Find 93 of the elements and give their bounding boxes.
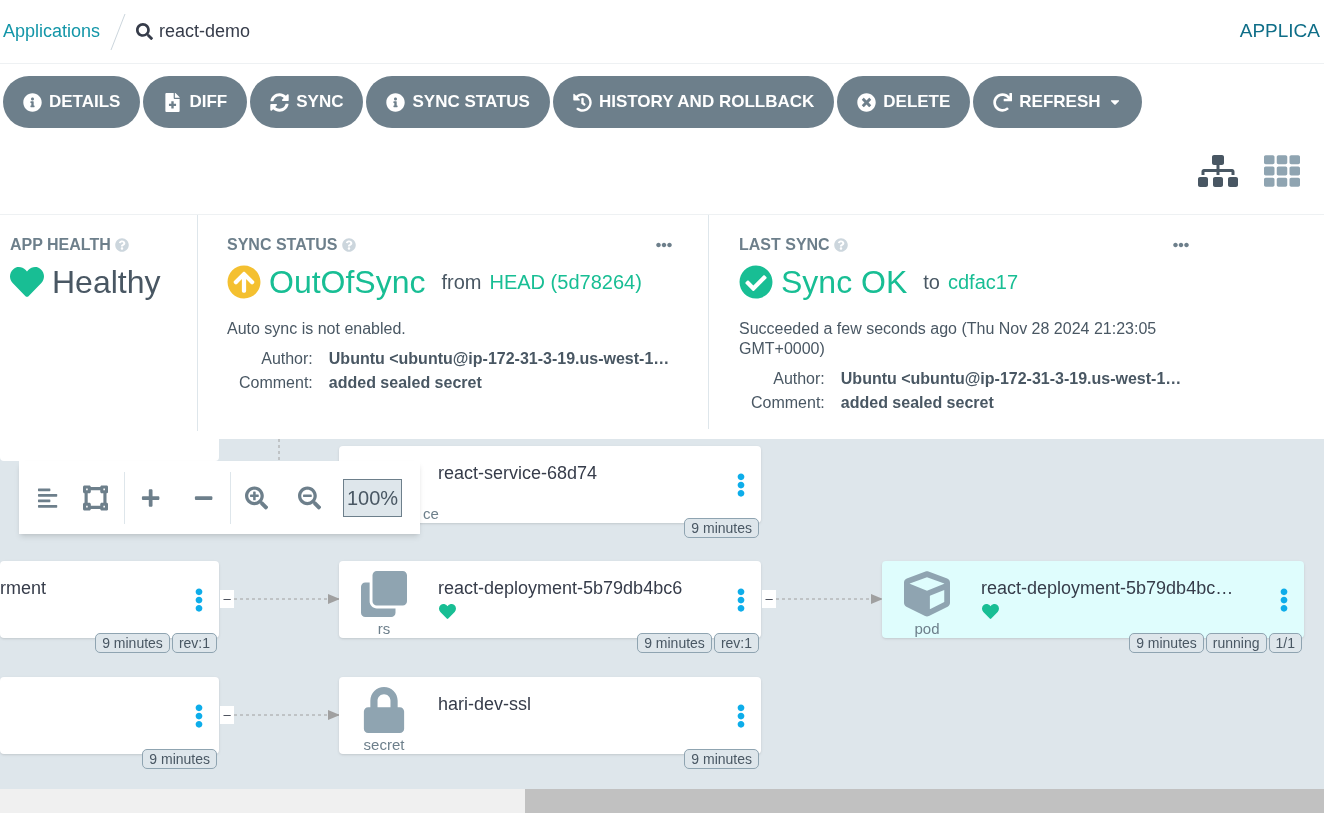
kind-label: secret	[362, 734, 406, 755]
action-button[interactable]: DELETE	[837, 76, 971, 128]
node-name: rment	[0, 577, 46, 600]
heart-icon	[438, 603, 457, 620]
scrollbar-thumb[interactable]	[525, 789, 1324, 813]
help-icon[interactable]	[833, 238, 848, 252]
node-badge: rev:1	[171, 633, 217, 653]
action-button[interactable]: SYNC STATUS	[366, 76, 550, 128]
kind-label: pod	[913, 618, 941, 639]
grid-view-icon[interactable]	[1262, 153, 1302, 189]
menu-icon[interactable]	[735, 473, 747, 497]
heart-icon	[10, 265, 44, 299]
node-name: hari-dev-ssl	[438, 693, 532, 716]
zoom-in-icon[interactable]	[244, 485, 268, 510]
status-message: Succeeded a few seconds ago (Thu Nov 28 2024 21:23:05 GMT+0000)	[739, 319, 1158, 359]
node-name: react-deployment-5b79db4bc6	[438, 577, 683, 600]
node-badge: 9 minutes	[1129, 633, 1204, 653]
menu-icon[interactable]	[735, 588, 747, 612]
resource-node[interactable]: rment	[0, 561, 219, 638]
zoom-out-icon[interactable]	[297, 485, 322, 510]
revision-prefix: from	[441, 270, 482, 295]
status-text: OutOfSync	[269, 266, 426, 298]
node-badge: rev:1	[713, 633, 759, 653]
search-icon	[136, 23, 154, 40]
field-value: added sealed secret	[840, 393, 995, 413]
resource-node[interactable]: react-deployment-5b79db4bc6 rs	[339, 561, 761, 638]
status-text: Sync OK	[781, 266, 908, 298]
edge-line	[278, 439, 280, 462]
check-icon	[739, 265, 773, 299]
breadcrumb-separator	[110, 11, 127, 52]
close-icon	[857, 92, 877, 112]
menu-icon[interactable]	[193, 704, 205, 728]
cube-icon	[904, 571, 950, 617]
section-title: LAST SYNC	[739, 235, 830, 255]
field-label: Comment:	[238, 373, 313, 393]
collapse-toggle[interactable]: –	[220, 706, 234, 724]
collapse-toggle[interactable]: –	[762, 590, 776, 608]
revision-link[interactable]: HEAD (5d78264)	[489, 267, 642, 297]
node-badge: 9 minutes	[142, 749, 217, 769]
arrow-up-icon	[227, 265, 261, 299]
node-badge: running	[1205, 633, 1267, 653]
refresh-icon	[993, 92, 1013, 112]
app-name: react-demo	[159, 20, 251, 43]
breadcrumb-link[interactable]: Applications	[3, 18, 101, 45]
node-badge: 9 minutes	[95, 633, 170, 653]
help-icon[interactable]	[341, 238, 356, 252]
zoom-level: 100%	[343, 478, 402, 517]
page-title: APPLICA	[1239, 19, 1320, 44]
file-plus-icon	[163, 92, 183, 112]
node-name: react-deployment-5b79db4bc…	[981, 577, 1234, 600]
section-title: SYNC STATUS	[227, 235, 338, 255]
resource-node[interactable]	[0, 677, 219, 754]
lock-icon	[361, 687, 407, 733]
field-value: Ubuntu <ubuntu@ip-172-31-3-19.us-west-1…	[328, 349, 671, 369]
node-badge: 9 minutes	[637, 633, 712, 653]
node-badge: 9 minutes	[684, 518, 759, 538]
action-button[interactable]: DETAILS	[3, 76, 141, 128]
heart-icon	[981, 603, 1000, 620]
menu-icon[interactable]	[193, 588, 205, 612]
field-label: Author:	[260, 349, 313, 369]
menu-icon[interactable]	[735, 704, 747, 728]
resource-node[interactable]: react-deployment-5b79db4bc… pod	[882, 561, 1304, 638]
align-icon[interactable]	[37, 486, 59, 509]
kind-label: ce	[423, 503, 439, 524]
status-message: Auto sync is not enabled.	[227, 319, 407, 339]
history-icon	[572, 92, 592, 112]
menu-icon[interactable]	[1278, 588, 1290, 612]
kind-label: rs	[376, 618, 392, 639]
revision-prefix: to	[923, 270, 940, 295]
field-label: Comment:	[750, 393, 825, 413]
node-badge: 9 minutes	[684, 749, 759, 769]
plus-icon[interactable]	[141, 487, 161, 508]
field-value: added sealed secret	[328, 373, 483, 393]
field-label: Author:	[772, 369, 825, 389]
section-title: APP HEALTH	[10, 235, 111, 255]
action-button[interactable]: DIFF	[143, 76, 248, 128]
sync-icon	[270, 92, 290, 112]
node-badge: 1/1	[1268, 633, 1302, 653]
info-icon	[23, 92, 42, 112]
action-button[interactable]: REFRESH	[973, 76, 1142, 128]
status-text: Healthy	[52, 266, 161, 298]
revision-link[interactable]: cdfac17	[947, 267, 1018, 297]
stacked-pages-icon	[361, 571, 407, 617]
collapse-toggle[interactable]: –	[220, 590, 234, 608]
resource-node[interactable]: hari-dev-ssl secret	[339, 677, 761, 754]
fit-screen-icon[interactable]	[83, 484, 109, 511]
node-name: react-service-68d74	[438, 462, 598, 485]
action-button[interactable]: SYNC	[250, 76, 364, 128]
help-icon[interactable]	[114, 238, 129, 252]
tree-view-icon[interactable]	[1198, 153, 1238, 189]
action-button[interactable]: HISTORY AND ROLLBACK	[552, 76, 835, 128]
info-icon	[386, 92, 406, 112]
field-value: Ubuntu <ubuntu@ip-172-31-3-19.us-west-1…	[840, 369, 1183, 389]
